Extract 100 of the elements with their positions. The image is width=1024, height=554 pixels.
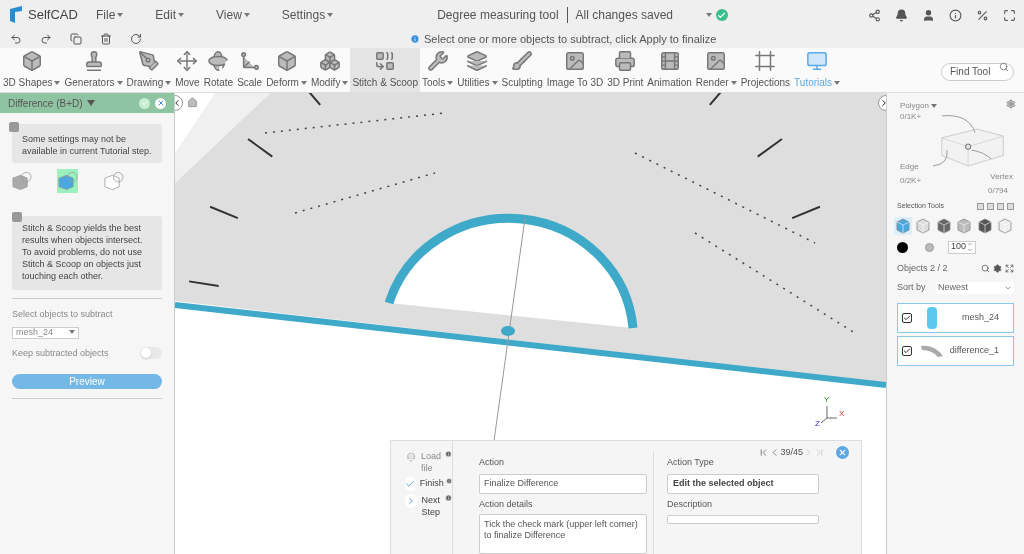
selection-tool-button[interactable] (934, 216, 953, 235)
sort-dropdown[interactable]: Newest (936, 281, 1014, 294)
field-label: Action Type (667, 456, 715, 469)
vertex-label[interactable]: Vertex (990, 171, 1013, 183)
object-row[interactable]: mesh_24 (897, 302, 1014, 333)
app-name: SelfCAD (28, 6, 78, 25)
field-label: Description (667, 497, 714, 511)
object-row[interactable]: difference_1 (897, 335, 1014, 366)
menu-item[interactable]: File (88, 6, 132, 24)
mode-button[interactable] (103, 169, 124, 193)
save-status: All changes saved (575, 7, 674, 24)
hint-text: Select one or more objects to subtract, click Apply to finalize (424, 31, 717, 47)
object-dropdown[interactable]: mesh_24 (12, 326, 79, 339)
toolbar-button[interactable]: 3D Print (605, 48, 646, 92)
document-title: Degree measuring tool (437, 7, 559, 24)
panel-title: Difference (B+D) (8, 96, 83, 111)
user-icon (405, 450, 418, 464)
caret-icon (178, 13, 185, 17)
redo-icon[interactable] (40, 33, 52, 45)
protractor-thumbnail (920, 343, 944, 358)
search-icon[interactable] (981, 263, 990, 273)
toolbar-button[interactable]: Scale (235, 48, 265, 92)
chevron-icon (405, 494, 418, 508)
cube-icon (57, 171, 78, 191)
object-checkbox[interactable] (902, 312, 912, 323)
object-checkbox[interactable] (902, 345, 912, 356)
menu-item[interactable]: Edit (147, 6, 193, 24)
bell-icon[interactable] (895, 8, 908, 22)
percent-icon[interactable] (976, 8, 989, 22)
toolbar-button[interactable]: Stitch & Scoop (350, 48, 420, 92)
refresh-icon[interactable] (130, 33, 142, 45)
trash-icon[interactable] (100, 33, 112, 45)
caret-icon[interactable] (86, 100, 95, 106)
details-field[interactable]: Tick the check mark (upper left corner) to finalize Difference (479, 514, 647, 554)
pen-icon (137, 50, 160, 72)
share-icon[interactable] (868, 8, 881, 22)
toolbar-button[interactable]: Drawing (124, 48, 174, 92)
toolbar-button[interactable]: Generators (62, 48, 125, 92)
polygon-count: 0/1K+ (900, 111, 922, 123)
axis-lines-icon (821, 406, 838, 424)
caret-icon (705, 13, 712, 17)
toolbar-button[interactable]: Render (693, 48, 739, 92)
toolbar-button[interactable]: Sculpting (499, 48, 545, 92)
menu-item[interactable]: View (208, 6, 258, 24)
step-button[interactable]: Next Step (421, 494, 441, 518)
undo-icon[interactable] (10, 33, 22, 45)
logo-icon (8, 6, 24, 24)
size-field[interactable]: 100 (948, 240, 976, 254)
keep-toggle[interactable] (140, 347, 162, 360)
keep-label: Keep subtracted objects (12, 346, 109, 360)
object-name: difference_1 (949, 343, 999, 357)
fullscreen-icon[interactable] (1003, 8, 1016, 22)
edge-label[interactable]: Edge (900, 161, 919, 173)
toolbar-button[interactable]: Deform (264, 48, 309, 92)
action-field[interactable]: Finalize Difference (479, 473, 647, 494)
cubes-icon (318, 50, 341, 72)
find-tool-field[interactable]: Find Tool (941, 62, 1014, 81)
cylinder-thumbnail (926, 305, 938, 330)
move-icon (176, 50, 199, 72)
cube-icon (103, 171, 124, 191)
step-button[interactable]: Finish (419, 477, 442, 489)
toolbar-button[interactable]: Projections (738, 48, 793, 92)
mode-button[interactable] (57, 169, 78, 193)
selection-tool-button[interactable] (975, 216, 994, 235)
copy-icon[interactable] (70, 33, 82, 45)
home-icon[interactable] (187, 97, 198, 108)
expand-icon[interactable] (1005, 263, 1014, 273)
close-icon[interactable] (836, 446, 849, 460)
cube-icon (11, 171, 32, 191)
frame-icon (754, 50, 777, 72)
toolbar-button[interactable]: Tools (420, 48, 456, 92)
action-type-field[interactable]: Edit the selected object (667, 473, 819, 494)
mode-button[interactable] (11, 169, 32, 193)
edge-count: 0/2K+ (900, 175, 922, 187)
cube-icon (20, 50, 43, 72)
chevron-left-icon (175, 98, 182, 108)
image-icon (563, 50, 586, 72)
toolbar-button[interactable]: Move (173, 48, 202, 92)
texture-icon[interactable] (925, 242, 934, 252)
select-label: Select objects to subtract (12, 308, 114, 321)
toolbar-button[interactable]: Utilities (455, 48, 500, 92)
search-icon (999, 62, 1009, 72)
color-swatch[interactable] (897, 241, 908, 253)
brush-icon (511, 50, 534, 72)
menu-item[interactable]: Settings (273, 6, 342, 24)
chevron-right-icon (879, 98, 886, 108)
cube-icon (976, 217, 993, 234)
wrench-icon (426, 50, 449, 72)
close-icon[interactable] (155, 97, 166, 109)
toolbar-button[interactable]: Image To 3D (544, 48, 606, 92)
toolbar-button[interactable]: 3D Shapes (1, 48, 63, 92)
apply-check-icon[interactable] (139, 97, 150, 109)
caret-icon (69, 330, 75, 335)
user-icon[interactable] (922, 8, 935, 22)
toolbar-button[interactable]: Rotate (201, 48, 236, 92)
notice-text: Some settings may not be available in current Tutorial step. (22, 133, 152, 157)
description-field[interactable] (667, 515, 819, 524)
toolbar-button[interactable]: Animation (645, 48, 694, 92)
settings-icon[interactable] (993, 263, 1002, 273)
rotate-icon (207, 50, 230, 72)
